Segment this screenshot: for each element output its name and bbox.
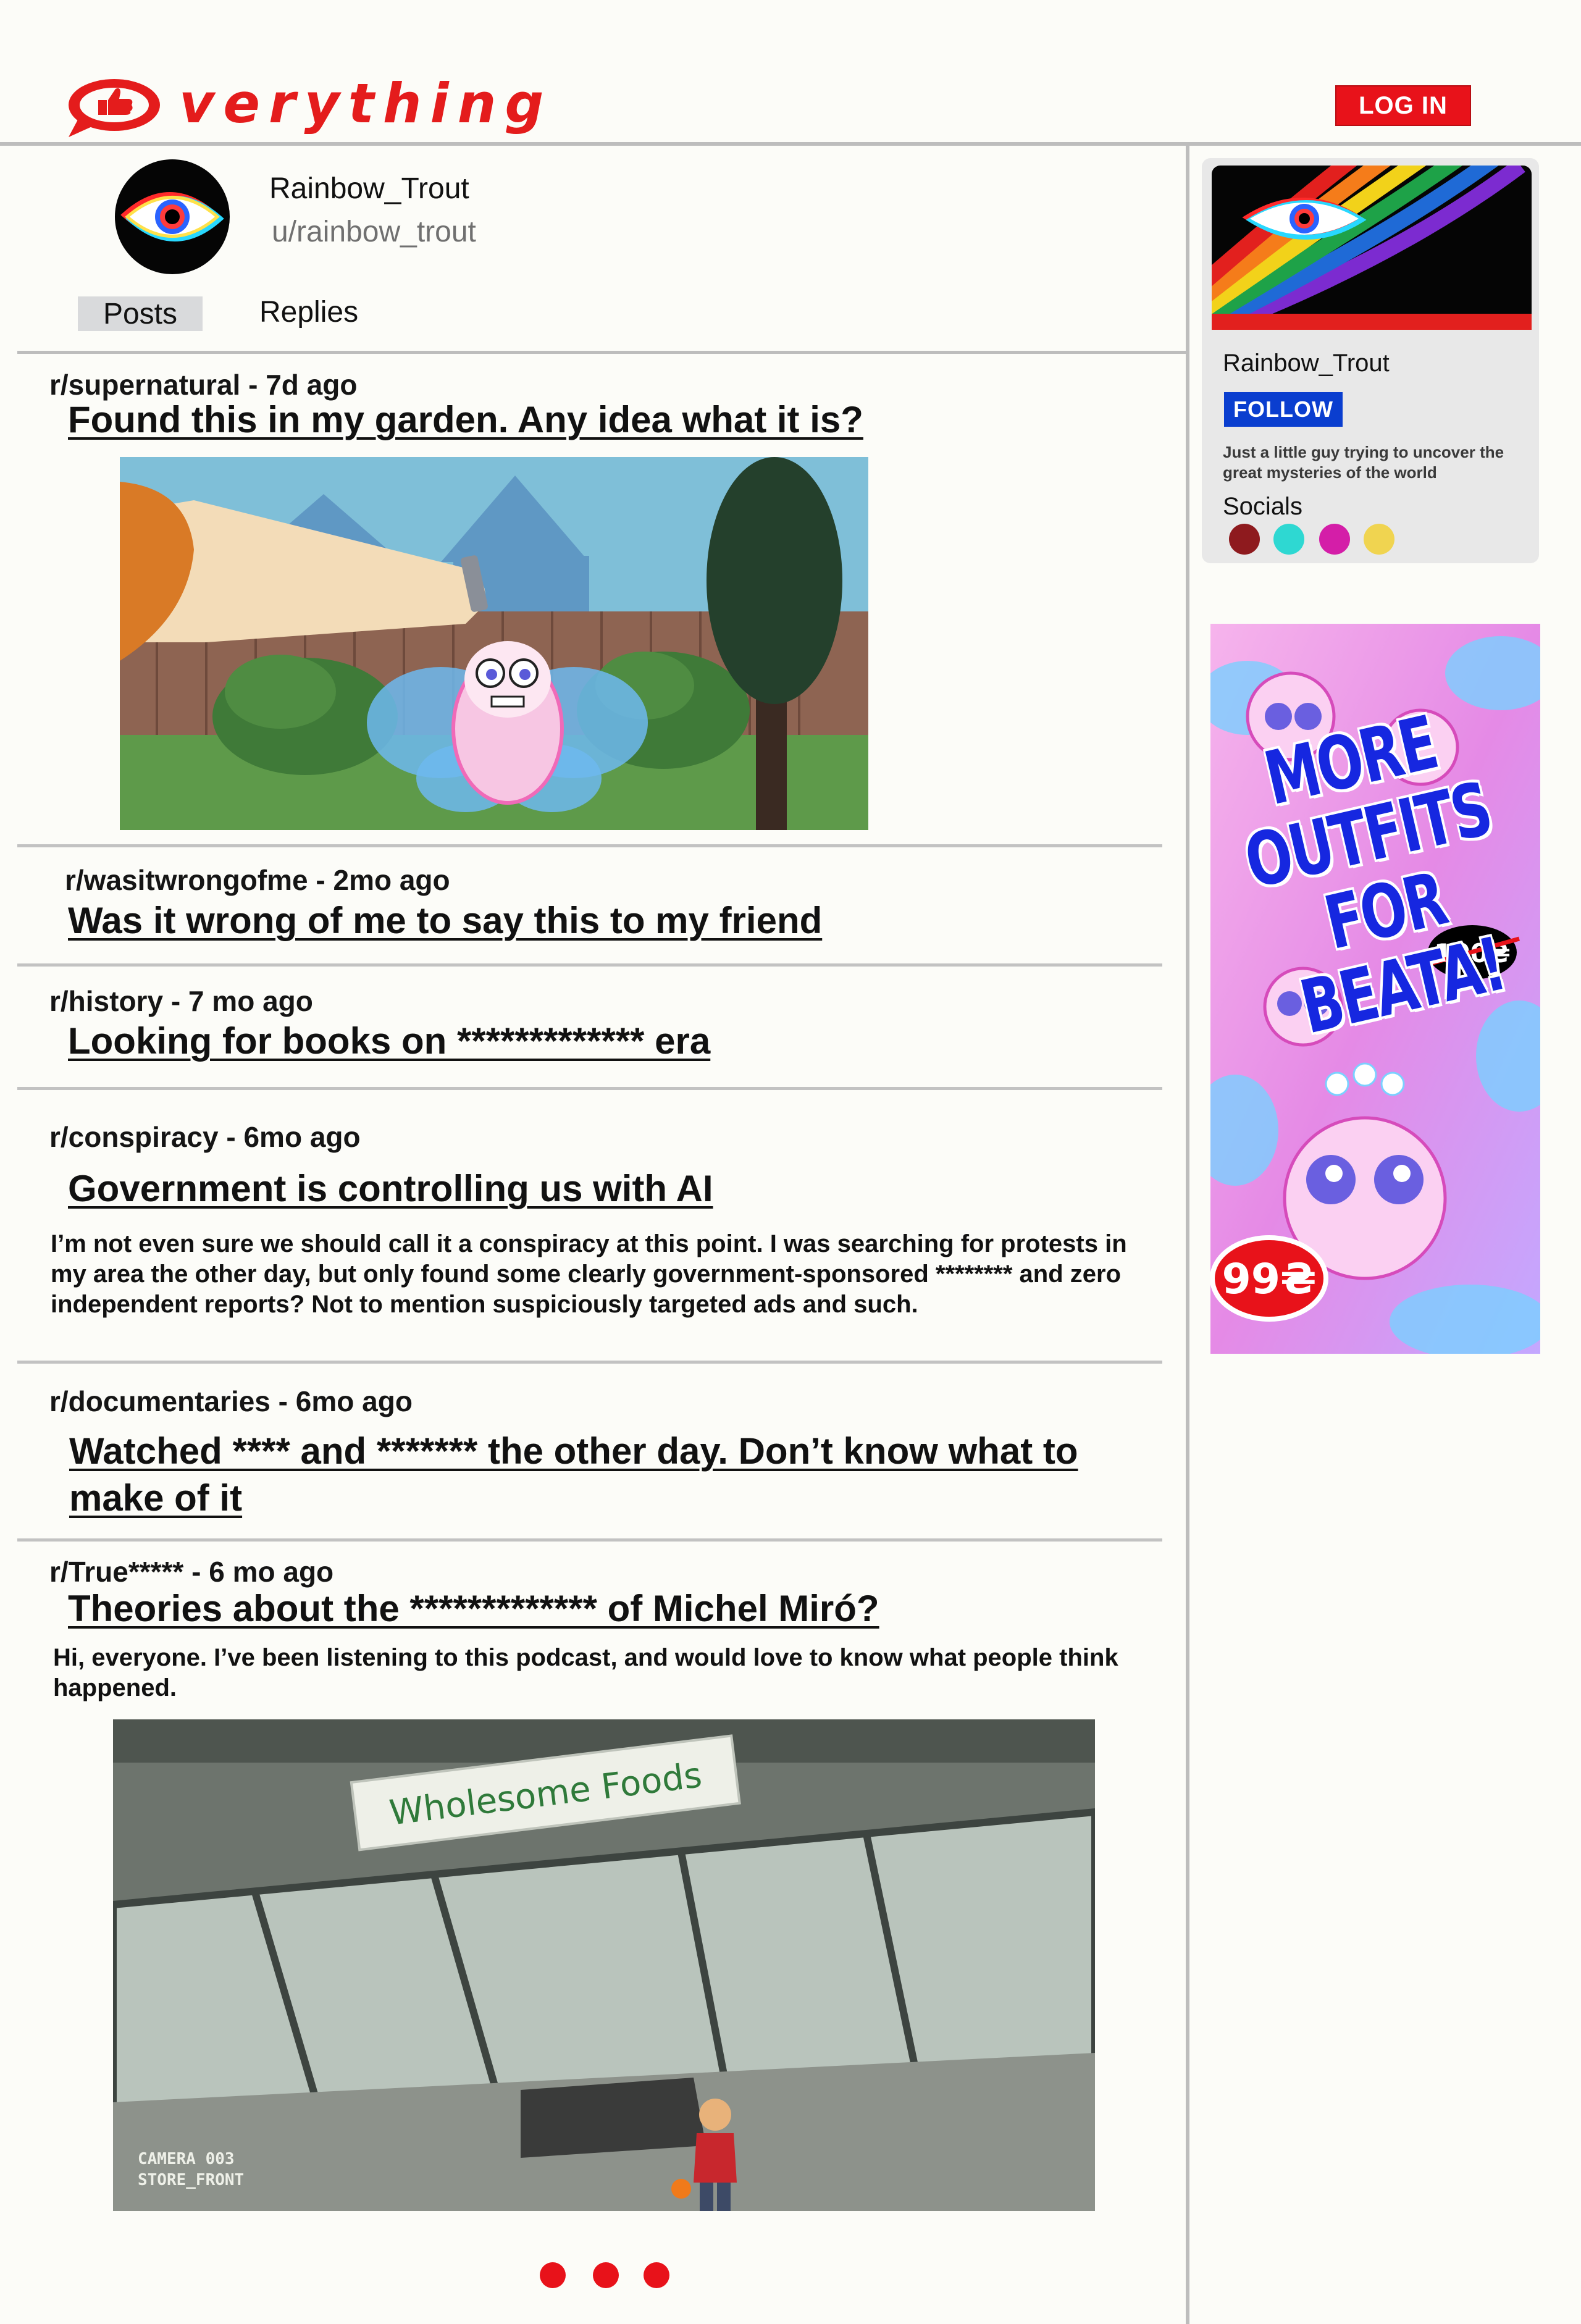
post-title[interactable]: Theories about the ************* of Mich… [68, 1585, 1118, 1632]
post-divider [17, 1087, 1162, 1090]
post-meta[interactable]: r/documentaries - 6mo ago [49, 1385, 413, 1418]
pagination-dot[interactable] [644, 2262, 669, 2288]
site-logo[interactable]: verything [65, 73, 543, 141]
post-divider [17, 1538, 1162, 1542]
profile-banner [1212, 166, 1532, 330]
post-title[interactable]: Was it wrong of me to say this to my fri… [68, 897, 1118, 944]
column-divider [1186, 144, 1189, 2324]
ad-price: 99₴ [1222, 1255, 1316, 1304]
tab-posts[interactable]: Posts [78, 296, 203, 331]
profile-display-name: Rainbow_Trout [269, 172, 469, 205]
sidebar-bio: Just a little guy trying to uncover the … [1223, 443, 1504, 482]
login-button[interactable]: LOG IN [1335, 85, 1471, 126]
rainbow-eye-icon [120, 192, 224, 241]
social-link-icon[interactable] [1229, 524, 1260, 555]
post-image-garden-creature[interactable] [120, 457, 868, 830]
store-cctv-illustration: Wholesome Foods CAMERA 003 STORE_FRONT [113, 1719, 1095, 2211]
post-title[interactable]: Found this in my garden. Any idea what i… [68, 396, 1118, 443]
post-divider [17, 1361, 1162, 1364]
socials-heading: Socials [1223, 493, 1302, 520]
pagination-dot[interactable] [593, 2262, 619, 2288]
pagination-dot[interactable] [540, 2262, 566, 2288]
sidebar-display-name: Rainbow_Trout [1223, 350, 1390, 377]
post-image-store-cctv[interactable]: Wholesome Foods CAMERA 003 STORE_FRONT [113, 1719, 1095, 2211]
post-meta[interactable]: r/history - 7 mo ago [49, 984, 313, 1018]
social-link-icon[interactable] [1273, 524, 1304, 555]
post-divider [17, 963, 1162, 967]
garden-creature-illustration [120, 457, 868, 830]
ad-headline: MORE OUTFITS FOR BEATA! [1237, 699, 1512, 1051]
advertisement-banner[interactable]: 100₴ 99₴ MORE OUTFITS FOR BEATA! [1210, 624, 1540, 1354]
rainbow-eye-banner-icon [1212, 166, 1532, 330]
post-meta[interactable]: r/conspiracy - 6mo ago [49, 1120, 361, 1154]
post-title[interactable]: Looking for books on ************* era [68, 1018, 1118, 1065]
profile-handle: u/rainbow_trout [272, 216, 476, 248]
social-link-icon[interactable] [1364, 524, 1394, 555]
header-divider [0, 142, 1581, 146]
post-meta[interactable]: r/True***** - 6 mo ago [49, 1555, 333, 1588]
post-title[interactable]: Government is controlling us with AI [68, 1165, 1118, 1212]
post-body: I’m not even sure we should call it a co… [51, 1230, 1127, 1318]
camera-label: CAMERA 003 [138, 2150, 235, 2168]
post-meta[interactable]: r/wasitwrongofme - 2mo ago [65, 863, 450, 897]
follow-button[interactable]: FOLLOW [1224, 392, 1343, 427]
logo-wordmark: verything [179, 72, 553, 135]
tab-replies[interactable]: Replies [259, 295, 358, 329]
camera-location: STORE_FRONT [138, 2171, 244, 2189]
post-divider [17, 844, 1162, 847]
thumbs-up-bubble-icon [69, 79, 160, 137]
post-title[interactable]: Watched **** and ******* the other day. … [69, 1428, 1144, 1521]
post-body: Hi, everyone. I’ve been listening to thi… [53, 1644, 1118, 1701]
avatar[interactable] [115, 159, 230, 274]
social-link-icon[interactable] [1319, 524, 1350, 555]
tabs-divider [17, 351, 1188, 354]
